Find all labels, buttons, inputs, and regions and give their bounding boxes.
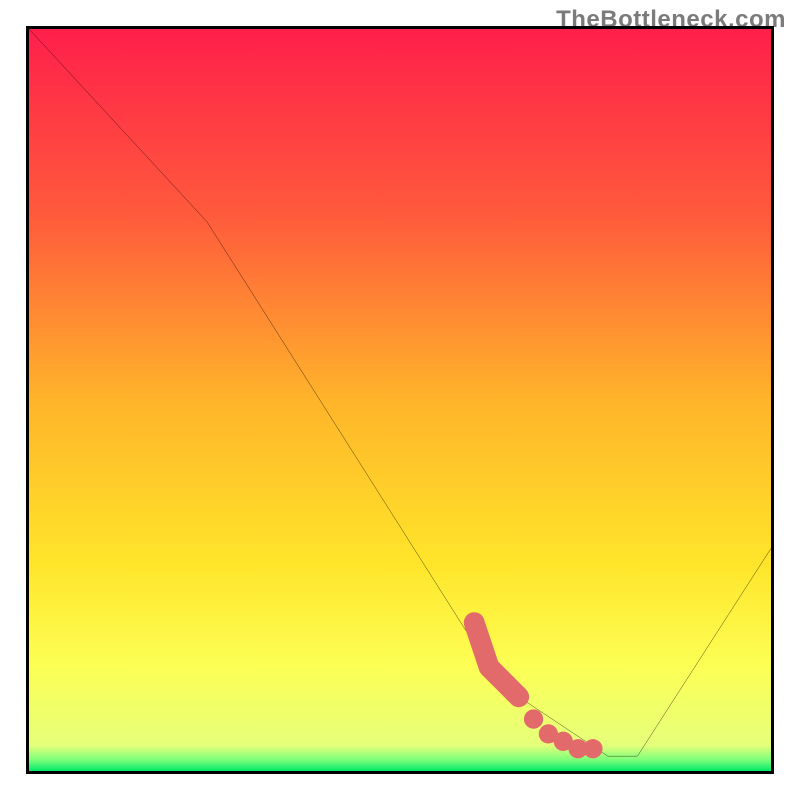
recommended-range-dots (509, 687, 602, 758)
plot-area (26, 26, 774, 774)
recommended-range-highlight (474, 623, 519, 697)
chart-root: TheBottleneck.com (0, 0, 800, 800)
bottleneck-curve (29, 29, 771, 756)
curve-layer (29, 29, 771, 771)
